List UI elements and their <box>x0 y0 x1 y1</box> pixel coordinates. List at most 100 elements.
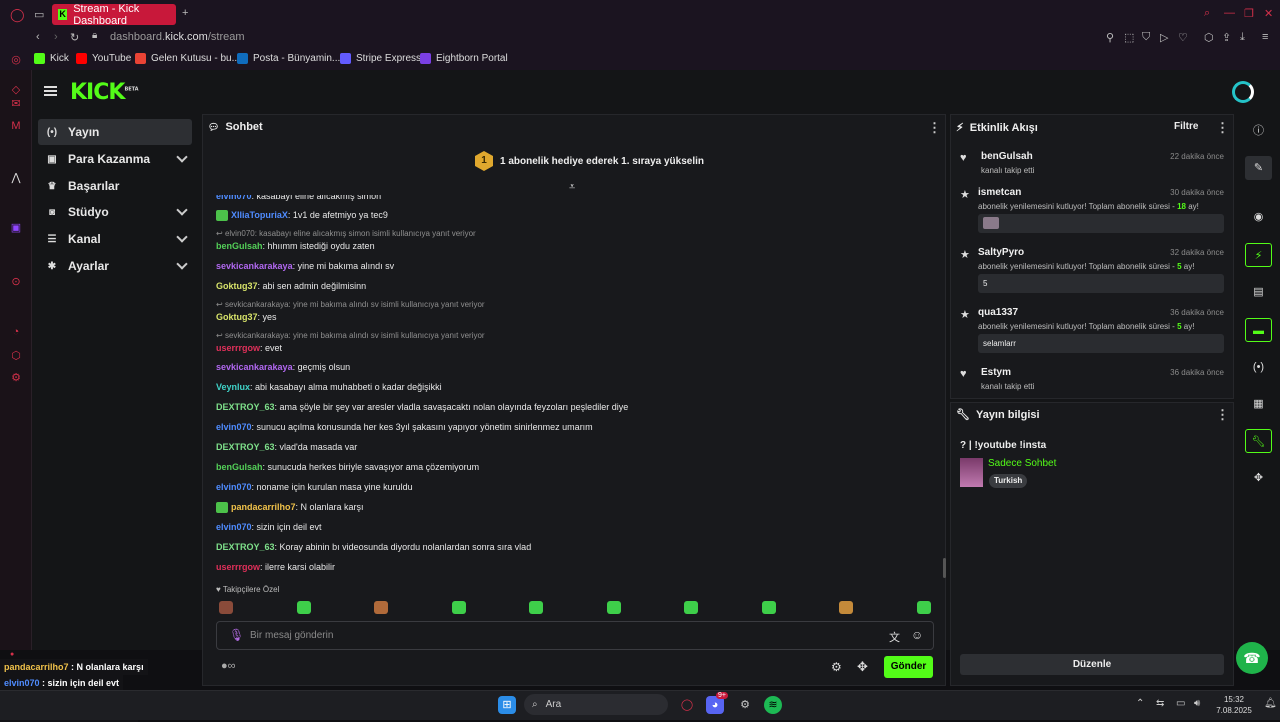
opera-logo-icon[interactable]: ◯ <box>10 7 25 23</box>
microphone-icon[interactable]: 🎙︎ <box>229 628 244 642</box>
speed-dial-icon[interactable]: ◎ <box>10 54 22 66</box>
pinned-collapse-icon[interactable]: ⩡ <box>569 181 575 194</box>
kick-side-icon[interactable]: ⋀ <box>10 172 22 184</box>
heart-bookmark-icon[interactable]: ♡ <box>1178 31 1188 44</box>
notes-icon[interactable]: ▤ <box>1245 280 1272 304</box>
category-link[interactable]: Sadece Sohbet <box>988 458 1056 469</box>
nav-item-0[interactable]: (•) Yayın <box>38 119 192 145</box>
extensions-side-icon[interactable]: ⬡ <box>10 350 22 362</box>
minimize-icon[interactable]: — <box>1224 7 1235 19</box>
vpn-icon[interactable]: ⛉ <box>1142 31 1150 44</box>
search-icon[interactable]: ⌕ <box>1204 7 1210 20</box>
chat-username[interactable]: benGulsah <box>216 462 263 472</box>
chat-mod-icon[interactable]: ✥ <box>857 659 868 675</box>
nav-item-2[interactable]: ♛ Başarılar <box>38 173 192 199</box>
clips-icon[interactable]: ✥ <box>1245 466 1272 490</box>
chat-more-icon[interactable]: ⋮ <box>928 120 941 136</box>
quick-emote-icon[interactable] <box>761 601 776 614</box>
support-chat-icon[interactable]: ☎︎ <box>1236 642 1268 674</box>
taskbar-search[interactable]: ⌕ Ara <box>524 694 668 715</box>
reload-icon[interactable]: ↻ <box>70 31 79 44</box>
bookmark-outlook[interactable]: Posta - Bünyamin... <box>237 53 340 64</box>
chat-username[interactable]: elvin070 <box>216 422 252 432</box>
chat-input[interactable]: 🎙︎ Bir mesaj gönderin 文 ☺ <box>216 621 934 650</box>
chevron-down-icon[interactable] <box>176 258 188 270</box>
quick-emote-icon[interactable] <box>296 601 311 614</box>
quick-emote-icon[interactable] <box>684 601 698 614</box>
chat-username[interactable]: XIliaTopuriaX <box>231 210 288 220</box>
snapshot-icon[interactable]: ⬚ <box>1124 31 1134 44</box>
info-icon[interactable]: ⓘ <box>1245 119 1272 143</box>
event-username[interactable]: qua1337 <box>978 307 1018 318</box>
chat-rail-icon[interactable]: ▬ <box>1245 318 1272 342</box>
kick-logo[interactable]: KICKBETA <box>70 80 139 105</box>
chevron-down-icon[interactable] <box>176 231 188 243</box>
network-icon[interactable]: ▭ <box>1176 698 1185 709</box>
steam-taskbar-icon[interactable]: ⚙ <box>736 696 754 714</box>
gift-sub-banner[interactable]: 1 1 abonelik hediye ederek 1. sıraya yük… <box>475 151 704 171</box>
messenger-icon[interactable]: ✉ <box>10 98 22 110</box>
bookmark-kick[interactable]: Kick <box>34 53 69 64</box>
chat-username[interactable]: Goktug37 <box>216 312 258 322</box>
taskbar-clock[interactable]: 15:32 7.08.2025 <box>1212 694 1256 716</box>
edit-button[interactable]: Düzenle <box>960 654 1224 675</box>
user-avatar[interactable] <box>1232 81 1254 103</box>
nav-item-1[interactable]: ▣ Para Kazanma <box>38 146 192 172</box>
chat-username[interactable]: sevkicankarakaya <box>216 261 293 271</box>
history-icon[interactable]: ◔ <box>10 326 22 338</box>
edit-pencil-icon[interactable]: ✎ <box>1245 156 1272 180</box>
quick-emote-icon[interactable] <box>219 601 233 614</box>
nav-item-4[interactable]: ☰ Kanal <box>38 226 192 252</box>
kicks-icon[interactable]: ●∞ <box>221 660 236 672</box>
settings-side-icon[interactable]: ⚙ <box>10 372 22 384</box>
opera-taskbar-icon[interactable]: ◯ <box>678 696 696 714</box>
chat-username[interactable]: DEXTROY_63 <box>216 542 275 552</box>
chat-username[interactable]: sevkicankarakaya <box>216 362 293 372</box>
chat-username[interactable]: benGulsah <box>216 241 263 251</box>
bookmark-gmail[interactable]: Gelen Kutusu - bu... <box>135 53 240 64</box>
player-side-icon[interactable]: ⊙ <box>10 276 22 288</box>
twitch-icon[interactable]: ▣ <box>10 222 22 234</box>
volume-icon[interactable]: 🔊︎ <box>1194 698 1200 709</box>
chevron-down-icon[interactable] <box>176 204 188 216</box>
spotify-taskbar-icon[interactable]: ≋ <box>764 696 782 714</box>
nav-item-5[interactable]: ✱ Ayarlar <box>38 253 192 279</box>
send-button[interactable]: Gönder <box>884 656 933 678</box>
gmail-side-icon[interactable]: M <box>10 120 22 132</box>
category-thumbnail[interactable] <box>960 458 983 487</box>
extensions-icon[interactable]: ⬡ <box>1204 31 1214 44</box>
tab-island-icon[interactable]: ▭ <box>34 8 44 21</box>
nav-item-3[interactable]: ◙ Stüdyo <box>38 199 192 225</box>
chat-username[interactable]: DEXTROY_63 <box>216 442 275 452</box>
chat-username[interactable]: userrrgow <box>216 343 260 353</box>
chat-scrollbar[interactable] <box>943 558 946 578</box>
layout-icon[interactable]: ▦ <box>1245 392 1272 416</box>
chat-username[interactable]: pandacarrilho7 <box>231 502 296 512</box>
tray-usb-icon[interactable]: ⇆ <box>1156 698 1164 709</box>
back-icon[interactable]: ‹ <box>36 31 40 43</box>
chat-username[interactable]: elvin070 <box>216 522 252 532</box>
bookmark-eightborn[interactable]: Eightborn Portal <box>420 53 508 64</box>
filter-button[interactable]: Filtre <box>1174 121 1198 132</box>
share-icon[interactable]: ⇪ <box>1222 31 1231 44</box>
download-icon[interactable]: ⤓ <box>1240 31 1245 44</box>
translate-icon[interactable]: 文 <box>889 629 900 645</box>
chat-username[interactable]: userrrgow <box>216 562 260 572</box>
windows-start-icon[interactable]: ⊞ <box>498 696 516 714</box>
event-username[interactable]: benGulsah <box>981 151 1033 162</box>
activity-more-icon[interactable]: ⋮ <box>1216 120 1229 136</box>
chat-settings-icon[interactable]: ⚙ <box>831 660 842 674</box>
tab-kick-dashboard[interactable]: K Stream - Kick Dashboard <box>52 3 176 27</box>
close-icon[interactable]: ✕ <box>1264 7 1273 20</box>
chat-username[interactable]: elvin070 <box>216 482 252 492</box>
quick-emote-icon[interactable] <box>839 601 853 614</box>
event-username[interactable]: SaltyPyro <box>978 247 1024 258</box>
new-tab-icon[interactable]: + <box>182 7 188 19</box>
quick-emote-icon[interactable] <box>916 601 931 614</box>
bookmark-stripe[interactable]: Stripe Express <box>340 53 421 64</box>
menu-icon[interactable]: ≡ <box>1262 31 1268 43</box>
chat-username[interactable]: Veynlux <box>216 382 250 392</box>
tray-chevron-icon[interactable]: ⌃ <box>1136 698 1144 709</box>
activity-rail-icon[interactable]: ⚡︎ <box>1245 243 1272 267</box>
notifications-icon[interactable]: 🔔︎ <box>1264 698 1277 709</box>
